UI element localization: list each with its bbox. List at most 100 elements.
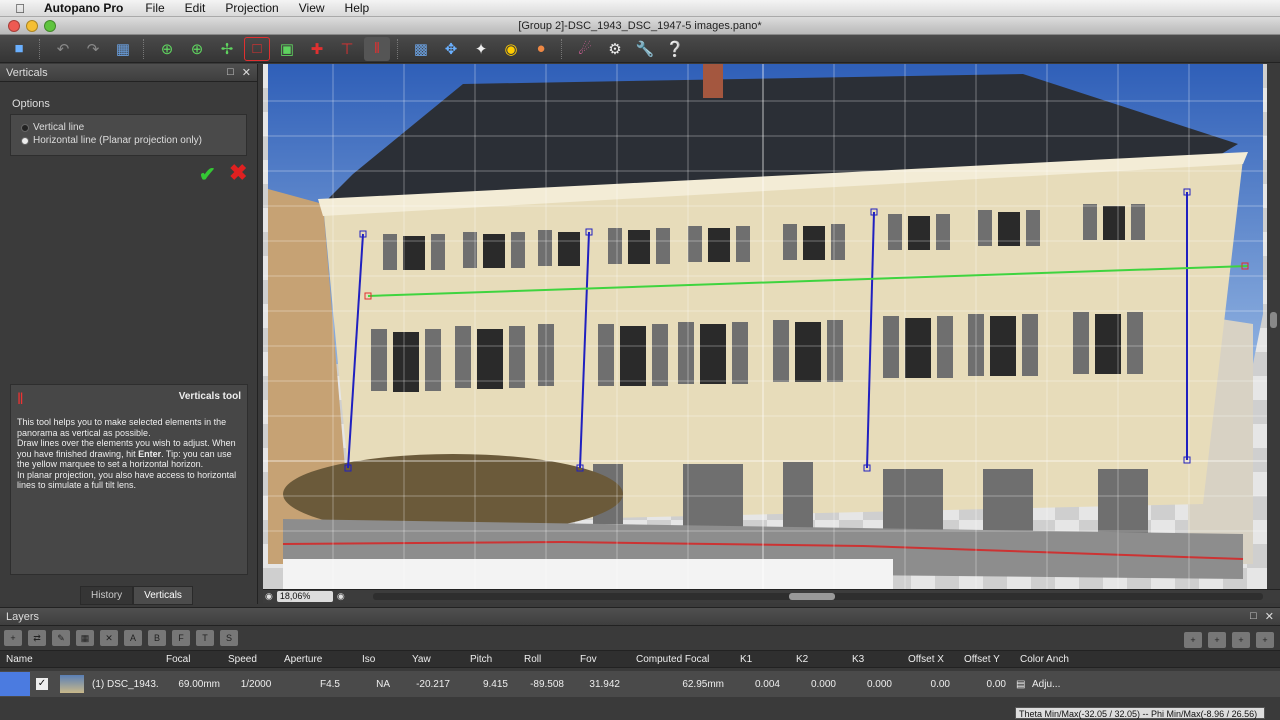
col-fov[interactable]: Fov xyxy=(574,654,630,665)
zoom-fit-icon[interactable]: ◉ xyxy=(265,591,273,602)
add-group-icon[interactable]: + xyxy=(1208,632,1226,648)
help-icon[interactable]: ❔ xyxy=(662,37,688,61)
help-paragraph: Draw lines over the elements you wish to… xyxy=(17,438,241,470)
col-k2[interactable]: K2 xyxy=(790,654,846,665)
menu-file[interactable]: File xyxy=(135,1,174,15)
undo-icon[interactable]: ↶ xyxy=(50,37,76,61)
scroll-thumb[interactable] xyxy=(1270,312,1277,328)
tab-history[interactable]: History xyxy=(80,586,134,605)
add-group-icon[interactable]: + xyxy=(1232,632,1250,648)
menu-help[interactable]: Help xyxy=(335,1,380,15)
minimize-window-button[interactable] xyxy=(26,20,38,32)
col-roll[interactable]: Roll xyxy=(518,654,574,665)
layer-thumbnail xyxy=(60,675,84,693)
help-paragraph: In planar projection, you also have acce… xyxy=(17,469,237,491)
radio-selected-icon[interactable] xyxy=(21,136,29,145)
menubar:  Autopano Pro File Edit Projection View… xyxy=(0,0,1280,17)
palette-icon[interactable]: ☄ xyxy=(572,37,598,61)
wrench-icon[interactable]: 🔧 xyxy=(632,37,658,61)
center-icon[interactable]: ⊕ xyxy=(154,37,180,61)
col-iso[interactable]: Iso xyxy=(356,654,406,665)
verticals-tool-icon: ‖ xyxy=(17,391,24,408)
verticals-icon[interactable]: ‖ xyxy=(364,36,390,61)
layer-b-icon[interactable]: B xyxy=(148,630,166,646)
color-anchor-icon[interactable]: ▤ xyxy=(1006,679,1026,690)
auto-icon[interactable]: ◉ xyxy=(498,37,524,61)
radio-icon[interactable] xyxy=(21,123,29,132)
viewport-vertical-scrollbar[interactable] xyxy=(1267,64,1280,589)
layers-header: Layers □ ✕ xyxy=(0,608,1280,626)
image-menu-icon[interactable]: ■ xyxy=(6,37,32,61)
col-name[interactable]: Name xyxy=(0,654,160,665)
crop-icon[interactable]: □ xyxy=(244,36,270,61)
autocrop-icon[interactable]: ▣ xyxy=(274,37,300,61)
col-offset-y[interactable]: Offset Y xyxy=(958,654,1014,665)
radio-horizontal-line[interactable]: Horizontal line (Planar projection only) xyxy=(21,134,246,147)
col-pitch[interactable]: Pitch xyxy=(464,654,518,665)
close-icon[interactable]: ✕ xyxy=(1265,610,1274,623)
cell-color-anchor: Adju... xyxy=(1032,678,1061,690)
col-focal[interactable]: Focal xyxy=(160,654,222,665)
layers-title: Layers xyxy=(6,610,40,623)
confirm-checkmark-icon[interactable]: ✔ xyxy=(199,162,216,187)
horizon-icon[interactable]: ✚ xyxy=(304,37,330,61)
add-group-icon[interactable]: + xyxy=(1184,632,1202,648)
col-k1[interactable]: K1 xyxy=(734,654,790,665)
cell-k2: 0.000 xyxy=(810,678,836,690)
redo-icon[interactable]: ↷ xyxy=(80,37,106,61)
layer-a-icon[interactable]: A xyxy=(124,630,142,646)
remove-layer-icon[interactable]: ✕ xyxy=(100,630,118,646)
layer-s-icon[interactable]: S xyxy=(220,630,238,646)
col-color-anchor[interactable]: Color Anch xyxy=(1014,654,1074,665)
control-points-icon[interactable]: ✦ xyxy=(468,37,494,61)
link-layer-icon[interactable]: ⇄ xyxy=(28,630,46,646)
display-icon[interactable]: ▩ xyxy=(408,37,434,61)
detach-icon[interactable]: □ xyxy=(227,66,234,79)
cancel-x-icon[interactable]: ✖ xyxy=(229,160,247,186)
panel-title: Verticals xyxy=(6,66,48,79)
col-k3[interactable]: K3 xyxy=(846,654,902,665)
apple-icon[interactable]:  xyxy=(0,1,40,16)
table-row[interactable]: ✓ (1) DSC_1943... 69.00mm 1/2000 F4.5 NA… xyxy=(0,671,1280,697)
panel-header: Verticals □ ✕ xyxy=(0,64,257,82)
menu-view[interactable]: View xyxy=(289,1,335,15)
cell-iso: NA xyxy=(376,678,390,690)
detach-icon[interactable]: □ xyxy=(1250,610,1257,623)
col-yaw[interactable]: Yaw xyxy=(406,654,464,665)
col-offset-x[interactable]: Offset X xyxy=(902,654,958,665)
menu-edit[interactable]: Edit xyxy=(175,1,216,15)
col-speed[interactable]: Speed xyxy=(222,654,278,665)
layer-f-icon[interactable]: F xyxy=(172,630,190,646)
col-aperture[interactable]: Aperture xyxy=(278,654,356,665)
color-icon[interactable]: ● xyxy=(528,37,554,61)
panorama-viewport[interactable] xyxy=(263,64,1267,589)
layer-tool-icon[interactable]: ▦ xyxy=(76,630,94,646)
close-icon[interactable]: ✕ xyxy=(242,66,251,79)
pan-icon[interactable]: ✥ xyxy=(438,37,464,61)
edit-layer-icon[interactable]: ✎ xyxy=(52,630,70,646)
add-layer-icon[interactable]: + xyxy=(4,630,22,646)
tool-help-box: ‖ Verticals tool This tool helps you to … xyxy=(10,384,248,575)
menu-projection[interactable]: Projection xyxy=(215,1,288,15)
level-icon[interactable]: ⊤ xyxy=(334,37,360,61)
radio-vertical-line[interactable]: Vertical line xyxy=(21,121,246,134)
close-window-button[interactable] xyxy=(8,20,20,32)
col-computed-focal[interactable]: Computed Focal xyxy=(630,654,734,665)
viewport-horizontal-scrollbar[interactable] xyxy=(373,593,1263,600)
zoom-window-button[interactable] xyxy=(44,20,56,32)
gear-icon[interactable]: ⚙ xyxy=(602,37,628,61)
add-group-icon[interactable]: + xyxy=(1256,632,1274,648)
zoom-select[interactable]: 18,06% xyxy=(276,591,333,602)
layer-t-icon[interactable]: T xyxy=(196,630,214,646)
app-menu[interactable]: Autopano Pro xyxy=(40,1,135,15)
tab-verticals[interactable]: Verticals xyxy=(133,586,193,605)
zoom-reset-icon[interactable]: ◉ xyxy=(337,591,345,602)
move-icon[interactable]: ✢ xyxy=(214,37,240,61)
grid-icon[interactable]: ▦ xyxy=(110,37,136,61)
layer-color-swatch xyxy=(0,672,30,696)
rotate-icon[interactable]: ⊕ xyxy=(184,37,210,61)
unfilled-area xyxy=(283,559,893,589)
cell-k3: 0.000 xyxy=(866,678,892,690)
scroll-thumb[interactable] xyxy=(789,593,835,600)
layer-visible-checkbox[interactable]: ✓ xyxy=(36,678,48,690)
